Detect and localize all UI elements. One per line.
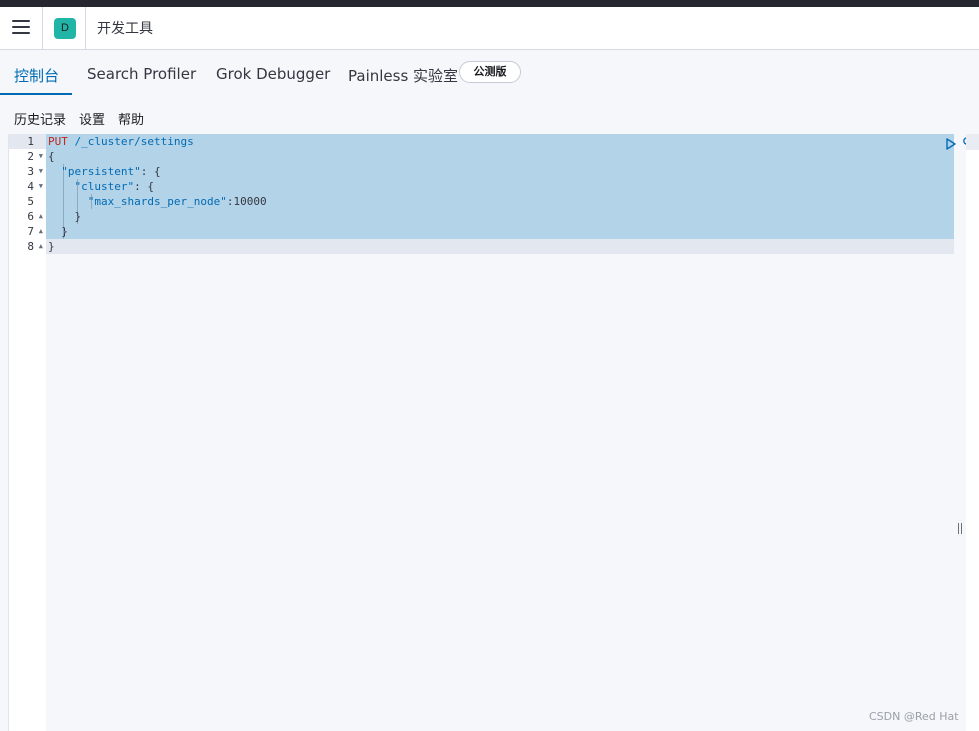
code-area[interactable]: PUT /_cluster/settings { "persistent": {… [46,134,977,731]
code-line: { [48,150,55,163]
gutter-line: 1 [9,134,46,149]
gutter-line: 7 ▲ [27,224,43,239]
tab-grok-debugger[interactable]: Grok Debugger [216,65,330,83]
header-divider [85,7,86,50]
fold-down-icon[interactable]: ▼ [39,149,43,164]
top-bar [0,0,979,7]
pane-resize-handle[interactable] [957,523,963,535]
fold-down-icon[interactable]: ▼ [39,179,43,194]
console-toolbar: 历史记录 设置 帮助 [0,100,979,132]
watermark: CSDN @Red Hat [869,710,959,723]
gutter-line: 2 ▼ [27,149,43,164]
header: D 开发工具 [0,7,979,50]
tab-bar: 控制台 Search Profiler Grok Debugger Painle… [0,50,979,95]
code-line: } [61,225,68,238]
code-line: } [48,240,55,253]
history-link[interactable]: 历史记录 [14,109,66,128]
active-line-highlight [46,239,954,254]
tab-console[interactable]: 控制台 [14,65,59,86]
tab-search-profiler[interactable]: Search Profiler [87,65,196,83]
gutter-line: 3 ▼ [27,164,43,179]
gutter-line: 6 ▲ [27,209,43,224]
line-gutter: 1 2 ▼ 3 ▼ 4 ▼ 5 6 ▲ 7 ▲ 8 ▲ [8,134,46,731]
scrollbar-thumb[interactable] [966,134,979,150]
code-line: "cluster": { [74,180,154,193]
header-divider [42,7,43,50]
gutter-line: 8 ▲ [27,239,43,254]
help-link[interactable]: 帮助 [118,109,144,128]
gutter-line: 5 [27,195,34,208]
tab-painless-lab[interactable]: Painless 实验室 [348,65,458,86]
menu-icon[interactable] [12,20,30,36]
code-line: PUT /_cluster/settings [48,135,194,148]
code-line: "persistent": { [61,165,161,178]
selected-request-highlight [46,134,954,239]
gutter-line: 4 ▼ [27,179,43,194]
request-editor[interactable]: 1 2 ▼ 3 ▼ 4 ▼ 5 6 ▲ 7 ▲ 8 ▲ PUT /_cluster/sett… [8,134,977,731]
vertical-scrollbar[interactable] [966,134,979,731]
settings-link[interactable]: 设置 [79,109,105,128]
beta-badge: 公测版 [459,61,521,83]
page-title: 开发工具 [97,21,153,37]
play-icon[interactable] [945,137,957,151]
code-line: "max_shards_per_node":10000 [87,195,267,208]
code-line: } [74,210,82,223]
fold-up-icon[interactable]: ▲ [39,239,43,254]
active-tab-indicator [0,93,72,95]
fold-up-icon[interactable]: ▲ [39,209,43,224]
space-avatar[interactable]: D [54,18,76,39]
fold-up-icon[interactable]: ▲ [39,224,43,239]
fold-down-icon[interactable]: ▼ [39,164,43,179]
